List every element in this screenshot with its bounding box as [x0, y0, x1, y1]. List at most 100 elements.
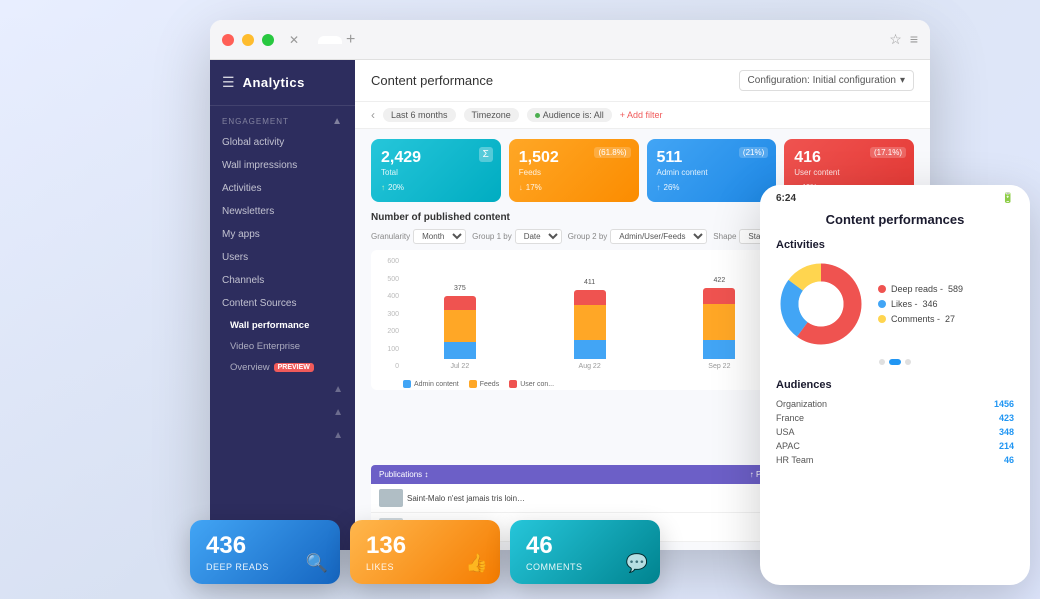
arrow-up-icon2: ↑: [657, 183, 661, 192]
stat-pct-admin: (21%): [739, 147, 768, 158]
stat-number-total: 2,429: [381, 149, 491, 167]
legend-deep-reads: Deep reads - 589: [878, 284, 963, 294]
bar-aug22: 411 Aug 22: [533, 279, 647, 370]
arrow-up-icon: ↑: [381, 183, 385, 192]
audience-apac-label: APAC: [776, 441, 800, 451]
add-filter-button[interactable]: + Add filter: [620, 110, 663, 120]
sidebar-section-engagement: ENGAGEMENT ▲: [210, 106, 355, 131]
sidebar-item-video-enterprise[interactable]: Video Enterprise: [210, 336, 355, 357]
audience-apac-value: 214: [999, 441, 1014, 451]
sidebar-item-wall-performance[interactable]: Wall performance: [210, 315, 355, 336]
stat-footer-feeds: ↓ 17%: [519, 183, 629, 192]
mobile-battery-icon: 🔋: [1002, 193, 1014, 204]
bar-stack-sep22: [703, 288, 735, 359]
stat-label-user: User content: [794, 168, 904, 177]
audience-france-value: 423: [999, 413, 1014, 423]
bottom-stats: 436 Deep Reads 🔍 136 Likes 👍 46 Comments…: [190, 520, 660, 584]
audience-row-usa: USA 348: [776, 425, 1014, 439]
filter-bar: ‹ Last 6 months Timezone Audience is: Al…: [355, 102, 930, 129]
stat-label-feeds: Feeds: [519, 168, 629, 177]
audience-france-label: France: [776, 413, 804, 423]
active-tab[interactable]: [318, 36, 342, 44]
sidebar-collapse-btn[interactable]: ▲: [210, 378, 355, 401]
section-collapse-icon[interactable]: ▲: [332, 116, 343, 127]
arrow-down-icon: ↓: [519, 183, 523, 192]
likes-icon: 👍: [466, 553, 488, 574]
filter-period[interactable]: Last 6 months: [383, 108, 456, 122]
config-button[interactable]: Configuration: Initial configuration ▾: [739, 70, 914, 91]
table-col-publications[interactable]: Publications ↕: [379, 470, 738, 479]
group2-control: Group 2 by Admin/User/Feeds: [568, 229, 708, 244]
stat-label-total: Total: [381, 168, 491, 177]
hamburger-icon[interactable]: ☰: [222, 74, 235, 91]
close-dot[interactable]: [222, 34, 234, 46]
mobile-time: 6:24: [776, 193, 796, 204]
group1-select[interactable]: Date: [515, 229, 562, 244]
group1-control: Group 1 by Date: [472, 229, 562, 244]
audience-row-hrteam: HR Team 46: [776, 453, 1014, 467]
donut-legend: Deep reads - 589 Likes - 346 Comments - …: [878, 284, 963, 324]
pagination-dot-1[interactable]: [879, 359, 885, 365]
audience-row-org: Organization 1456: [776, 397, 1014, 411]
bookmark-icon[interactable]: ☆: [889, 31, 902, 48]
sidebar-item-activities[interactable]: Activities: [210, 177, 355, 200]
main-header: Content performance Configuration: Initi…: [355, 60, 930, 102]
audience-row-france: France 423: [776, 411, 1014, 425]
sidebar-item-my-apps[interactable]: My apps: [210, 223, 355, 246]
donut-container: Deep reads - 589 Likes - 346 Comments - …: [760, 255, 1030, 353]
stat-label-admin: Admin content: [657, 168, 767, 177]
browser-menu-icon[interactable]: ≡: [910, 31, 918, 48]
legend-likes: Likes - 346: [878, 299, 963, 309]
stat-footer-total: ↑ 20%: [381, 183, 491, 192]
granularity-select[interactable]: Month: [413, 229, 466, 244]
group2-select[interactable]: Admin/User/Feeds: [610, 229, 707, 244]
sidebar-title: Analytics: [243, 75, 305, 90]
sidebar-item-newsletters[interactable]: Newsletters: [210, 200, 355, 223]
granularity-control: Granularity Month: [371, 229, 466, 244]
comments-icon: 💬: [626, 553, 648, 574]
sigma-icon: Σ: [479, 147, 493, 162]
deep-reads-value: 589: [948, 284, 963, 294]
stat-card-total: 2,429 Total Σ ↑ 20%: [371, 139, 501, 202]
new-tab-button[interactable]: +: [346, 31, 355, 49]
minimize-dot[interactable]: [242, 34, 254, 46]
sidebar-collapse-btn3[interactable]: ▲: [210, 424, 355, 447]
comments-label: Comments -: [891, 314, 940, 324]
sidebar-item-wall-impressions[interactable]: Wall impressions: [210, 154, 355, 177]
comments-value: 27: [945, 314, 955, 324]
bar-stack-aug22: [574, 290, 606, 359]
maximize-dot[interactable]: [262, 34, 274, 46]
audience-hrteam-value: 46: [1004, 455, 1014, 465]
tab-bar: +: [318, 31, 881, 49]
legend-comments: Comments - 27: [878, 314, 963, 324]
audience-usa-value: 348: [999, 427, 1014, 437]
tab-close-icon[interactable]: ✕: [286, 32, 302, 48]
bar-jul22: 375 Jul 22: [403, 285, 517, 370]
stat-card-feeds: 1,502 Feeds (61.8%) ↓ 17%: [509, 139, 639, 202]
mobile-activities-label: Activities: [760, 235, 1030, 255]
sidebar-item-overview[interactable]: Overview PREVIEW: [210, 357, 355, 378]
chart-y-axis: 600 500 400 300 200 100 0: [379, 258, 399, 370]
chevron-down-icon: ▾: [900, 75, 905, 86]
filter-prev-icon[interactable]: ‹: [371, 108, 375, 122]
filter-audience[interactable]: Audience is: All: [527, 108, 612, 122]
pagination-dot-2[interactable]: [889, 359, 901, 365]
audiences-title: Audiences: [776, 379, 1014, 391]
filter-timezone[interactable]: Timezone: [464, 108, 519, 122]
preview-badge: PREVIEW: [274, 363, 314, 372]
audience-org-label: Organization: [776, 399, 827, 409]
sidebar-item-channels[interactable]: Channels: [210, 269, 355, 292]
mobile-content-title: Content performances: [760, 208, 1030, 235]
deep-reads-label: Deep reads -: [891, 284, 943, 294]
table-thumb-1: [379, 489, 403, 507]
config-label: Configuration: Initial configuration: [748, 75, 896, 86]
sidebar-item-users[interactable]: Users: [210, 246, 355, 269]
donut-chart: [776, 259, 866, 349]
sidebar-item-global-activity[interactable]: Global activity: [210, 131, 355, 154]
deep-reads-icon: 🔍: [306, 553, 328, 574]
pagination-dot-3[interactable]: [905, 359, 911, 365]
bottom-stat-likes: 136 Likes 👍: [350, 520, 500, 584]
bar-stack-jul22: [444, 296, 476, 359]
sidebar-item-content-sources[interactable]: Content Sources: [210, 292, 355, 315]
sidebar-collapse-btn2[interactable]: ▲: [210, 401, 355, 424]
